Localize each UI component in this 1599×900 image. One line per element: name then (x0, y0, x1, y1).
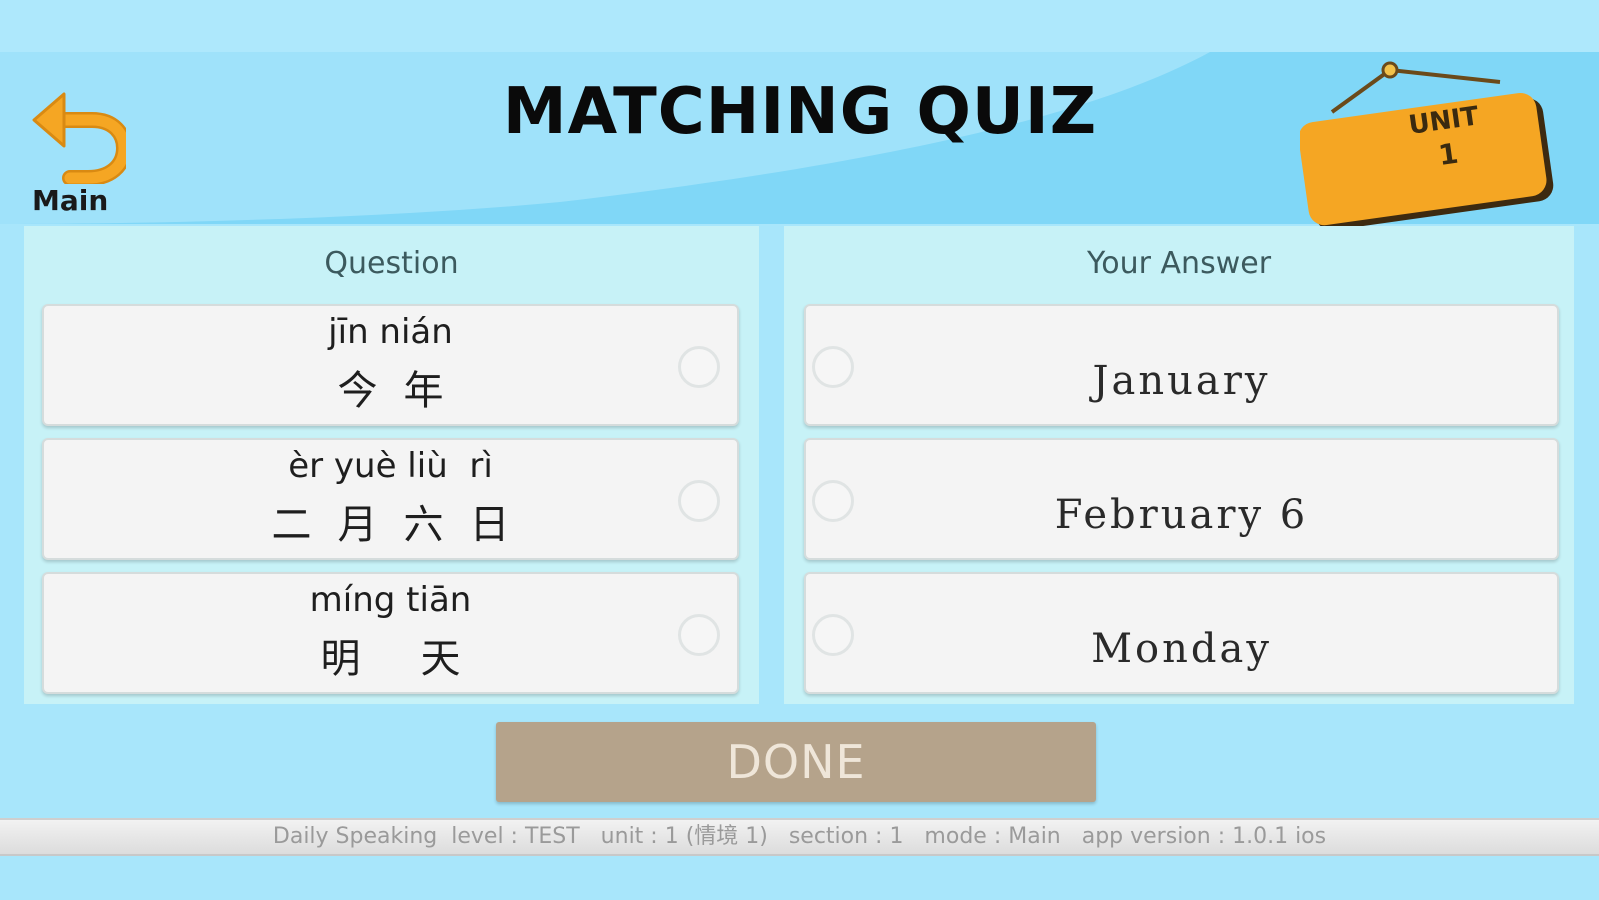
question-card[interactable]: jīn nián 今年 (42, 304, 739, 426)
question-pinyin: míng tiān (309, 580, 472, 620)
question-hanzi: 今年 (337, 368, 470, 414)
answer-card[interactable]: February 6 (804, 438, 1559, 560)
answer-text: Monday (1091, 626, 1272, 672)
question-radio[interactable] (678, 346, 720, 388)
question-hanzi: 二月六日 (271, 502, 536, 548)
question-radio[interactable] (678, 614, 720, 656)
unit-label: UNIT 1 (1392, 97, 1500, 178)
question-heading: Question (324, 246, 459, 281)
question-pinyin: jīn nián (328, 312, 453, 352)
question-hanzi: 明天 (320, 636, 521, 682)
answer-card[interactable]: January (804, 304, 1559, 426)
answer-text: February 6 (1054, 492, 1309, 538)
answer-heading: Your Answer (1086, 246, 1272, 281)
question-panel: Question jīn nián 今年 èr yuè liù rì 二月六日 … (24, 226, 759, 704)
question-radio[interactable] (678, 480, 720, 522)
answer-card[interactable]: Monday (804, 572, 1559, 694)
done-button[interactable]: DONE (496, 722, 1096, 802)
question-pinyin: èr yuè liù rì (288, 446, 493, 486)
answer-panel: Your Answer January February 6 Monday (784, 226, 1574, 704)
undo-arrow-icon (32, 92, 126, 184)
status-bar: Daily Speaking level : TEST unit : 1 (情境… (0, 818, 1599, 856)
question-card[interactable]: èr yuè liù rì 二月六日 (42, 438, 739, 560)
top-strip (0, 0, 1599, 52)
main-back-label: Main (32, 184, 109, 217)
question-card[interactable]: míng tiān 明天 (42, 572, 739, 694)
main-back-button[interactable]: Main (26, 86, 126, 220)
answer-text: January (1092, 358, 1271, 404)
page-title: MATCHING QUIZ (502, 75, 1098, 149)
unit-badge: UNIT 1 (1300, 60, 1560, 230)
